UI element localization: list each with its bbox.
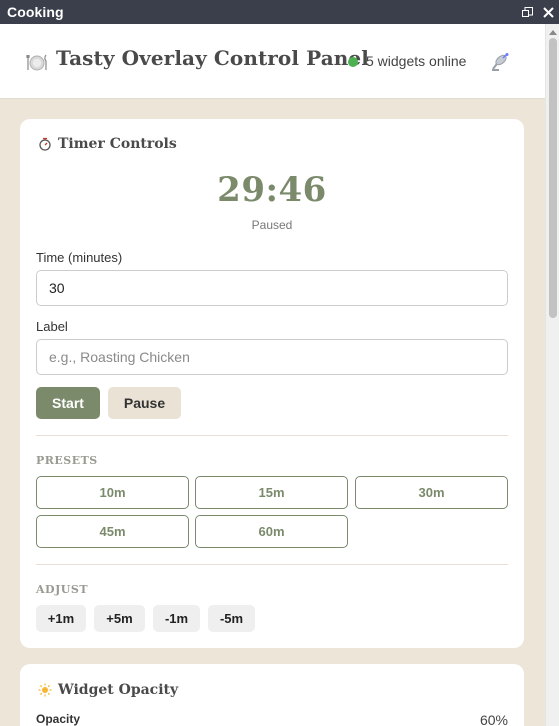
start-button[interactable]: Start xyxy=(36,387,100,419)
sun-icon xyxy=(38,683,52,697)
label-field-label: Label xyxy=(36,319,68,334)
adjust-label: ADJUST xyxy=(36,583,89,596)
preset-10m-button[interactable]: 10m xyxy=(36,476,189,509)
plate-icon xyxy=(26,52,48,72)
timer-label-input[interactable] xyxy=(36,339,508,375)
preset-60m-button[interactable]: 60m xyxy=(195,515,348,548)
presets-label: PRESETS xyxy=(36,454,98,467)
scrollbar-thumb[interactable] xyxy=(549,38,557,318)
preset-15m-button[interactable]: 15m xyxy=(195,476,348,509)
app-title: Tasty Overlay Control Panel xyxy=(56,46,369,70)
status-dot xyxy=(348,57,358,67)
divider xyxy=(36,435,508,436)
timer-controls-title: Timer Controls xyxy=(38,136,177,152)
satellite-antenna-icon[interactable] xyxy=(490,52,510,72)
timer-display: 29:46 xyxy=(217,170,327,210)
preset-30m-button[interactable]: 30m xyxy=(355,476,508,509)
divider xyxy=(36,564,508,565)
window-titlebar: Cooking xyxy=(0,0,559,24)
widget-opacity-title: Widget Opacity xyxy=(38,682,178,698)
restore-icon[interactable] xyxy=(518,0,536,24)
widgets-status: 5 widgets online xyxy=(366,53,467,69)
adjust-plus-5m-button[interactable]: +5m xyxy=(94,605,145,632)
adjust-minus-1m-button[interactable]: -1m xyxy=(153,605,200,632)
app-header: Tasty Overlay Control Panel 5 widgets on… xyxy=(0,24,545,99)
scrollbar[interactable] xyxy=(545,24,559,726)
timer-controls-heading: Timer Controls xyxy=(58,136,177,152)
opacity-label: Opacity xyxy=(36,712,81,726)
timer-controls-card: Timer Controls 29:46 Paused Time (minute… xyxy=(20,119,524,648)
close-icon[interactable] xyxy=(539,0,557,24)
window-title: Cooking xyxy=(7,4,64,20)
scroll-up-icon[interactable] xyxy=(549,30,557,35)
timer-status: Paused xyxy=(251,218,293,232)
widget-opacity-heading: Widget Opacity xyxy=(58,682,179,698)
adjust-plus-1m-button[interactable]: +1m xyxy=(36,605,86,632)
widget-opacity-card: Widget Opacity Opacity 60% xyxy=(20,664,524,726)
adjust-minus-5m-button[interactable]: -5m xyxy=(208,605,255,632)
pause-button[interactable]: Pause xyxy=(108,387,181,419)
time-minutes-label: Time (minutes) xyxy=(36,250,123,265)
stopwatch-icon xyxy=(38,137,52,151)
time-minutes-input[interactable] xyxy=(36,270,508,306)
preset-45m-button[interactable]: 45m xyxy=(36,515,189,548)
opacity-value: 60% xyxy=(479,712,508,726)
